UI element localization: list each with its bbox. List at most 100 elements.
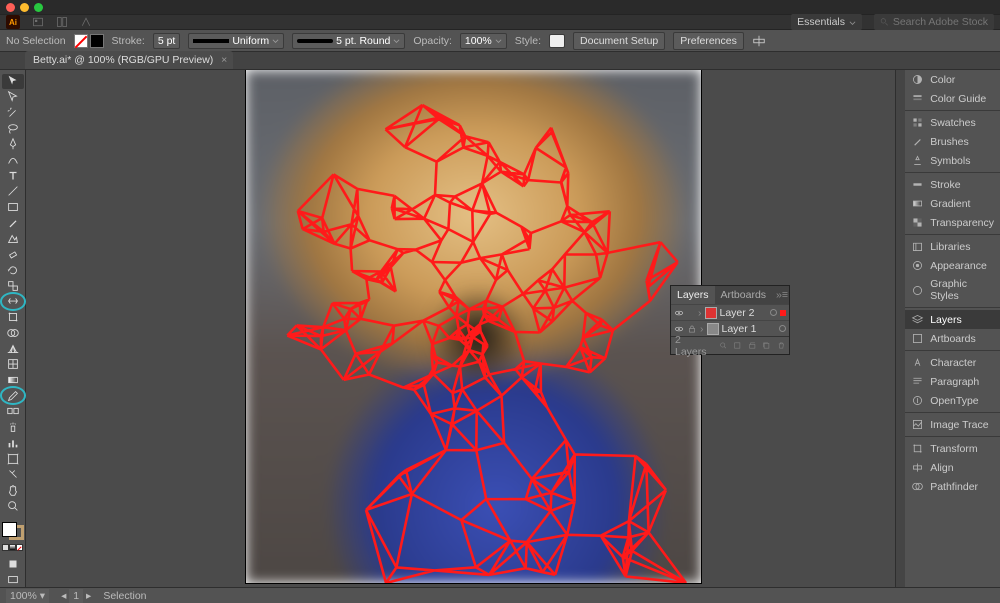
color-mode-tiny[interactable] bbox=[2, 544, 23, 551]
dock-item-brushes[interactable]: Brushes bbox=[905, 132, 1000, 151]
stroke-weight-field[interactable]: 5 pt bbox=[153, 33, 181, 49]
zoom-window-button[interactable] bbox=[34, 3, 43, 12]
document-setup-button[interactable]: Document Setup bbox=[573, 32, 665, 50]
dock-item-color[interactable]: Color bbox=[905, 70, 1000, 89]
layers-panel[interactable]: Layers Artboards »≡ › Layer 2 › Layer 1 bbox=[670, 285, 790, 355]
dock-item-gradient[interactable]: Gradient bbox=[905, 194, 1000, 213]
graphic-style-dropdown[interactable] bbox=[549, 34, 565, 48]
rotate-tool[interactable] bbox=[2, 263, 24, 278]
layers-tab[interactable]: Layers bbox=[671, 286, 715, 304]
artboard[interactable] bbox=[246, 70, 701, 583]
layer-count: 2 Layers bbox=[675, 334, 707, 358]
arrange-docs-icon[interactable] bbox=[56, 16, 68, 28]
artboard-nav[interactable]: ◂ 1 ▸ bbox=[61, 590, 91, 602]
target-icon[interactable] bbox=[770, 309, 777, 316]
brush-dropdown[interactable]: 5 pt. Round bbox=[292, 33, 405, 49]
blend-tool[interactable] bbox=[2, 404, 24, 419]
dock-item-color-guide[interactable]: Color Guide bbox=[905, 89, 1000, 108]
dock-item-paragraph[interactable]: Paragraph bbox=[905, 372, 1000, 391]
dock-item-character[interactable]: Character bbox=[905, 353, 1000, 372]
document-tab[interactable]: Betty.ai* @ 100% (RGB/GPU Preview) × bbox=[25, 51, 233, 69]
shape-builder-tool[interactable] bbox=[2, 326, 24, 341]
column-graph-tool[interactable] bbox=[2, 436, 24, 451]
gradient-tool[interactable] bbox=[2, 373, 24, 388]
dock-item-pathfinder[interactable]: Pathfinder bbox=[905, 477, 1000, 496]
zoom-field[interactable]: 100% ▾ bbox=[6, 589, 49, 603]
dock-item-align[interactable]: Align bbox=[905, 458, 1000, 477]
symbol-sprayer-tool[interactable] bbox=[2, 420, 24, 435]
visibility-icon[interactable] bbox=[674, 324, 684, 334]
dock-item-layers[interactable]: Layers bbox=[905, 310, 1000, 329]
lasso-tool[interactable] bbox=[2, 121, 24, 136]
zoom-tool[interactable] bbox=[2, 498, 24, 513]
locate-layer-icon[interactable] bbox=[719, 340, 728, 351]
dock-item-transform[interactable]: Transform bbox=[905, 439, 1000, 458]
layer-row[interactable]: › Layer 2 bbox=[671, 304, 789, 320]
dock-item-stroke[interactable]: Stroke bbox=[905, 175, 1000, 194]
eyedropper-tool[interactable] bbox=[2, 388, 24, 403]
stroke-icon bbox=[911, 178, 924, 191]
close-window-button[interactable] bbox=[6, 3, 15, 12]
lock-icon[interactable] bbox=[687, 324, 697, 334]
rectangle-tool[interactable] bbox=[2, 200, 24, 215]
target-icon[interactable] bbox=[779, 325, 786, 332]
dock-item-libraries[interactable]: Libraries bbox=[905, 237, 1000, 256]
bridge-icon[interactable] bbox=[32, 16, 44, 28]
color-guide-icon bbox=[911, 92, 924, 105]
curvature-tool[interactable] bbox=[2, 153, 24, 168]
eraser-tool[interactable] bbox=[2, 247, 24, 262]
layer-name[interactable]: Layer 2 bbox=[720, 307, 768, 319]
workspace-switcher[interactable]: Essentials bbox=[791, 14, 862, 30]
panel-menu-icon[interactable]: »≡ bbox=[772, 286, 792, 304]
stroke-swatch[interactable] bbox=[90, 34, 104, 48]
new-layer-icon[interactable] bbox=[762, 340, 771, 351]
direct-selection-tool[interactable] bbox=[2, 90, 24, 105]
dock-item-image-trace[interactable]: Image Trace bbox=[905, 415, 1000, 434]
delete-layer-icon[interactable] bbox=[777, 340, 786, 351]
align-icon[interactable] bbox=[752, 34, 766, 48]
minimize-window-button[interactable] bbox=[20, 3, 29, 12]
selection-tool[interactable] bbox=[2, 74, 24, 89]
screen-mode[interactable] bbox=[2, 572, 24, 587]
artboard-tool[interactable] bbox=[2, 451, 24, 466]
appearance-icon bbox=[911, 259, 924, 272]
line-segment-tool[interactable] bbox=[2, 184, 24, 199]
opacity-field[interactable]: 100% bbox=[460, 33, 507, 49]
dock-item-opentype[interactable]: OpenType bbox=[905, 391, 1000, 410]
dock-item-artboards[interactable]: Artboards bbox=[905, 329, 1000, 348]
fill-swatch[interactable] bbox=[74, 34, 88, 48]
magic-wand-tool[interactable] bbox=[2, 105, 24, 120]
width-tool[interactable] bbox=[2, 294, 24, 309]
dock-collapse-strip[interactable] bbox=[896, 70, 905, 587]
type-tool[interactable] bbox=[2, 168, 24, 183]
stock-search-input[interactable] bbox=[893, 16, 988, 28]
gpu-icon[interactable] bbox=[80, 16, 92, 28]
dock-item-graphic-styles[interactable]: Graphic Styles bbox=[905, 275, 1000, 305]
paintbrush-tool[interactable] bbox=[2, 215, 24, 230]
slice-tool[interactable] bbox=[2, 467, 24, 482]
dock-item-appearance[interactable]: Appearance bbox=[905, 256, 1000, 275]
layer-name[interactable]: Layer 1 bbox=[722, 323, 777, 335]
dock-item-transparency[interactable]: Transparency bbox=[905, 213, 1000, 232]
dock-item-symbols[interactable]: Symbols bbox=[905, 151, 1000, 170]
close-tab-icon[interactable]: × bbox=[221, 54, 227, 66]
make-clip-icon[interactable] bbox=[733, 340, 742, 351]
stock-search[interactable] bbox=[874, 14, 994, 30]
preferences-button[interactable]: Preferences bbox=[673, 32, 744, 50]
perspective-grid-tool[interactable] bbox=[2, 341, 24, 356]
dock-item-swatches[interactable]: Swatches bbox=[905, 113, 1000, 132]
artboards-tab[interactable]: Artboards bbox=[715, 286, 773, 304]
shaper-tool[interactable] bbox=[2, 231, 24, 246]
scale-tool[interactable] bbox=[2, 278, 24, 293]
canvas-area[interactable]: Layers Artboards »≡ › Layer 2 › Layer 1 bbox=[26, 70, 895, 587]
stroke-profile-dropdown[interactable]: Uniform bbox=[188, 33, 284, 49]
pen-tool[interactable] bbox=[2, 137, 24, 152]
triangulation-mesh[interactable] bbox=[246, 70, 701, 583]
new-sublayer-icon[interactable] bbox=[748, 340, 757, 351]
hand-tool[interactable] bbox=[2, 483, 24, 498]
draw-mode-normal[interactable] bbox=[2, 557, 24, 572]
fill-stroke-control[interactable] bbox=[2, 522, 24, 540]
free-transform-tool[interactable] bbox=[2, 310, 24, 325]
visibility-icon[interactable] bbox=[674, 308, 684, 318]
mesh-tool[interactable] bbox=[2, 357, 24, 372]
